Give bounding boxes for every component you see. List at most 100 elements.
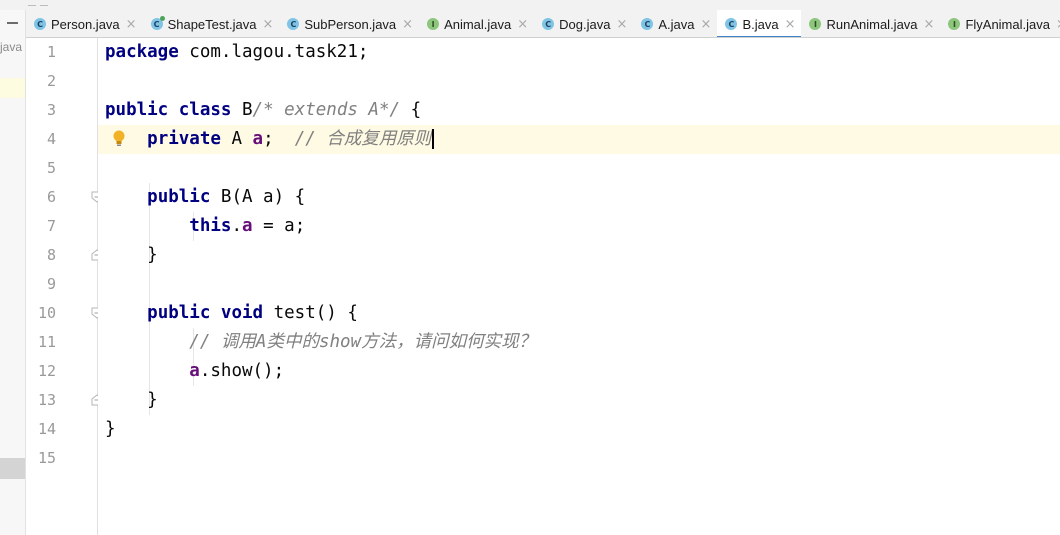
line-number: 8 bbox=[46, 246, 56, 264]
class-icon: C bbox=[641, 18, 654, 30]
close-icon[interactable]: × bbox=[402, 17, 413, 32]
nav-chevron-icon[interactable] bbox=[40, 0, 48, 6]
runnable-class-icon: C bbox=[150, 16, 165, 30]
code-line[interactable]: public class B/* extends A*/ { bbox=[105, 96, 421, 125]
keyword-token: public bbox=[105, 100, 169, 120]
keyword-token: class bbox=[178, 100, 232, 120]
comment-token: // 合成复用原则 bbox=[294, 129, 432, 149]
close-icon[interactable]: × bbox=[701, 17, 712, 32]
interface-icon: I bbox=[427, 18, 440, 30]
close-icon[interactable]: × bbox=[262, 17, 273, 32]
keyword-token: this bbox=[189, 216, 232, 236]
code-line[interactable]: public B(A a) { bbox=[105, 183, 305, 212]
project-panel: java bbox=[0, 10, 26, 535]
interface-icon: I bbox=[948, 18, 961, 30]
code-token: } bbox=[105, 390, 158, 410]
close-icon[interactable]: × bbox=[924, 17, 935, 32]
code-line[interactable]: // 调用A类中的show方法，请问如何实现？ bbox=[105, 328, 536, 357]
text-caret bbox=[432, 129, 435, 149]
field-token: a bbox=[252, 129, 264, 149]
tab-label: Dog.java bbox=[559, 16, 611, 32]
field-token: a bbox=[242, 216, 253, 236]
line-number: 9 bbox=[46, 275, 56, 293]
class-icon: C bbox=[542, 18, 555, 30]
line-number: 7 bbox=[46, 217, 56, 235]
code-token: test() { bbox=[263, 303, 358, 323]
code-line[interactable]: } bbox=[105, 241, 158, 270]
code-token: B bbox=[231, 100, 253, 120]
tab-label: B.java bbox=[742, 16, 779, 32]
field-token: a bbox=[189, 361, 200, 381]
tab-label: ShapeTest.java bbox=[167, 16, 257, 32]
close-icon[interactable]: × bbox=[1056, 17, 1060, 32]
tab-animal-java[interactable]: I Animal.java × bbox=[419, 10, 534, 37]
tab-flyanimal-java[interactable]: I FlyAnimal.java × bbox=[940, 10, 1060, 37]
code-token: .show(); bbox=[199, 361, 285, 381]
tab-b-java[interactable]: C B.java × bbox=[717, 10, 802, 37]
tab-label: Person.java bbox=[51, 16, 120, 32]
tab-a-java[interactable]: C A.java × bbox=[633, 10, 717, 37]
keyword-token: public bbox=[147, 303, 211, 323]
tab-subperson-java[interactable]: C SubPerson.java × bbox=[279, 10, 419, 37]
code-editor[interactable]: package com.lagou.task21; public class B/… bbox=[98, 38, 1060, 535]
code-token: { bbox=[400, 100, 422, 120]
code-token: A bbox=[220, 129, 253, 149]
editor-tab-bar: C Person.java × C ShapeTest.java × C SubPerson.… bbox=[26, 10, 1060, 38]
nav-chevron-icon[interactable] bbox=[28, 0, 36, 6]
tab-label: A.java bbox=[658, 16, 695, 32]
code-line[interactable]: this.a = a; bbox=[105, 212, 305, 241]
tab-runanimal-java[interactable]: I RunAnimal.java × bbox=[801, 10, 940, 37]
close-icon[interactable]: × bbox=[126, 17, 137, 32]
code-token: } bbox=[105, 419, 116, 439]
comment-token: // 调用A类中的show方法，请问如何实现？ bbox=[189, 332, 537, 352]
tab-shapetest-java[interactable]: C ShapeTest.java × bbox=[143, 10, 280, 37]
code-token: = a; bbox=[252, 216, 306, 236]
close-icon[interactable]: × bbox=[517, 17, 528, 32]
collapse-icon[interactable] bbox=[7, 22, 18, 24]
line-number: 1 bbox=[46, 43, 56, 61]
code-line[interactable]: private A a; // 合成复用原则 bbox=[105, 125, 435, 154]
code-token: } bbox=[105, 245, 158, 265]
code-token: com.lagou.task21; bbox=[178, 42, 369, 62]
code-line[interactable]: package com.lagou.task21; bbox=[105, 38, 368, 67]
project-tree-highlight bbox=[0, 78, 25, 98]
line-number: 13 bbox=[37, 391, 56, 409]
tab-person-java[interactable]: C Person.java × bbox=[26, 10, 143, 37]
code-token: ; bbox=[263, 129, 295, 149]
code-line[interactable]: public void test() { bbox=[105, 299, 358, 328]
line-number-gutter: 1 2 3 4 5 6 7 8 9 10 11 12 13 14 15 bbox=[26, 38, 103, 535]
line-number: 15 bbox=[37, 449, 56, 467]
tab-label: FlyAnimal.java bbox=[965, 16, 1050, 32]
line-number: 4 bbox=[46, 130, 56, 148]
tab-label: Animal.java bbox=[444, 16, 512, 32]
line-number: 10 bbox=[37, 304, 56, 322]
tab-label: RunAnimal.java bbox=[826, 16, 918, 32]
project-tree-selection[interactable] bbox=[0, 458, 25, 479]
class-icon: C bbox=[287, 18, 300, 30]
close-icon[interactable]: × bbox=[785, 17, 796, 32]
code-line[interactable]: } bbox=[105, 415, 116, 444]
line-number: 2 bbox=[46, 72, 56, 90]
class-icon: C bbox=[34, 18, 46, 30]
interface-icon: I bbox=[809, 18, 822, 30]
line-number: 6 bbox=[46, 188, 56, 206]
line-number: 11 bbox=[37, 333, 56, 351]
project-tree-truncated-item[interactable]: java bbox=[0, 40, 22, 54]
close-icon[interactable]: × bbox=[616, 17, 627, 32]
code-token: B(A a) { bbox=[210, 187, 306, 207]
code-line[interactable]: a.show(); bbox=[105, 357, 284, 386]
keyword-token: package bbox=[105, 42, 179, 62]
code-line[interactable]: } bbox=[105, 386, 158, 415]
keyword-token: private bbox=[147, 129, 221, 149]
keyword-token: void bbox=[220, 303, 264, 323]
top-toolbar-strip bbox=[0, 0, 1060, 10]
line-number: 14 bbox=[37, 420, 56, 438]
tab-dog-java[interactable]: C Dog.java × bbox=[534, 10, 633, 37]
